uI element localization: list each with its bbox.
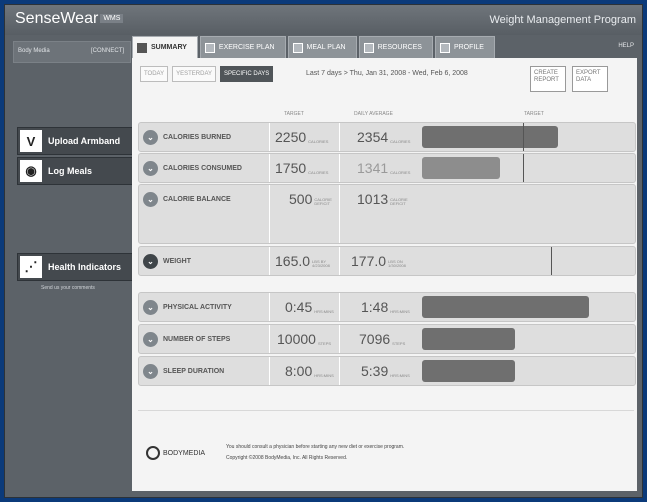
target-line	[523, 154, 524, 182]
metric-target: 500 CALORIE DEFICIT	[289, 191, 332, 207]
metric-row-physical-activity[interactable]: ⌄ PHYSICAL ACTIVITY 0:45 HRS:MINS 1:48 HRS:…	[138, 292, 636, 322]
metric-label: SLEEP DURATION	[163, 368, 225, 375]
tab-meal-plan[interactable]: MEAL PLAN	[287, 36, 357, 58]
summary-icon	[137, 42, 147, 53]
exercise-icon	[204, 42, 215, 53]
profile-icon	[439, 42, 450, 53]
metric-average: 177.0 LBS ON 1/30/2008	[351, 253, 406, 269]
summary-panel: TODAY YESTERDAY SPECIFIC DAYS Last 7 day…	[132, 58, 637, 491]
tab-profile[interactable]: PROFILE	[434, 36, 495, 58]
bodymedia-logo: BODYMEDIA	[146, 446, 205, 460]
media-connect[interactable]: [CONNECT]	[91, 48, 124, 54]
logo-badge: WMS	[100, 14, 124, 24]
metric-label: WEIGHT	[163, 258, 191, 265]
meal-icon: ◉	[20, 160, 42, 182]
metric-row-calories-consumed[interactable]: ⌄ CALORIES CONSUMED 1750 CALORIES 1341 CALO…	[138, 153, 636, 183]
metric-average: 1341 CALORIES	[357, 160, 411, 176]
col-target-bar: TARGET	[524, 111, 544, 117]
sidebar-item-label: Upload Armband	[48, 136, 121, 146]
sidebar-item-label: Log Meals	[48, 166, 93, 176]
bodymedia-circle-icon	[146, 446, 160, 460]
chevron-down-icon[interactable]: ⌄	[143, 192, 158, 207]
tab-exercise-plan[interactable]: EXERCISE PLAN	[199, 36, 286, 58]
metric-label: CALORIES CONSUMED	[163, 165, 242, 172]
help-link[interactable]: HELP	[618, 43, 634, 49]
metric-row-weight[interactable]: ⌄ WEIGHT 165.0 LBS BY 4/23/2008 177.0 LBS O…	[138, 246, 636, 276]
sidebar-item-upload-armband[interactable]: V Upload Armband	[17, 127, 135, 155]
filter-specific-days-button[interactable]: SPECIFIC DAYS	[220, 66, 274, 82]
logo-text: SenseWear	[15, 10, 99, 27]
metric-average: 5:39 HRS:MINS	[361, 363, 410, 379]
sidebar-item-log-meals[interactable]: ◉ Log Meals	[17, 157, 135, 185]
media-label: Body Media	[18, 48, 50, 54]
meal-plan-icon	[292, 42, 303, 53]
chevron-down-icon[interactable]: ⌄	[143, 364, 158, 379]
metric-average: 2354 CALORIES	[357, 129, 411, 145]
metric-bar	[422, 360, 515, 382]
metric-target: 0:45 HRS:MINS	[285, 299, 334, 315]
tab-label: RESOURCES	[377, 44, 422, 51]
program-title: Weight Management Program	[489, 14, 636, 26]
resources-icon	[363, 42, 374, 53]
date-range: Last 7 days > Thu, Jan 31, 2008 - Wed, F…	[306, 70, 468, 77]
comments-link[interactable]: Send us your comments	[41, 285, 95, 291]
footer-disclaimer: You should consult a physician before st…	[226, 442, 404, 464]
body-media-box: Body Media [CONNECT]	[13, 41, 131, 63]
metric-label: CALORIES BURNED	[163, 134, 232, 141]
bodymedia-logo-text: BODYMEDIA	[163, 449, 206, 457]
export-data-button[interactable]: EXPORT DATA	[572, 66, 608, 92]
metric-target: 10000 STEPS	[277, 331, 332, 347]
chevron-down-icon[interactable]: ⌄	[143, 130, 158, 145]
sidebar-item-health-indicators[interactable]: ⋰ Health Indicators	[17, 253, 135, 281]
chart-icon: ⋰	[20, 256, 42, 278]
date-filters: TODAY YESTERDAY SPECIFIC DAYS	[140, 66, 274, 82]
filter-yesterday-button[interactable]: YESTERDAY	[172, 66, 217, 82]
tab-resources[interactable]: RESOURCES	[358, 36, 433, 58]
target-line	[523, 123, 524, 151]
metric-bar	[422, 126, 558, 148]
chevron-down-icon[interactable]: ⌄	[143, 161, 158, 176]
metric-target: 8:00 HRS:MINS	[285, 363, 334, 379]
metric-average: 7096 STEPS	[359, 331, 406, 347]
copyright-line: Copyright ©2008 BodyMedia, Inc. All Righ…	[226, 455, 348, 461]
tab-label: EXERCISE PLAN	[218, 44, 275, 51]
metric-label: CALORIE BALANCE	[163, 196, 231, 203]
sidebar-item-label: Health Indicators	[48, 262, 122, 272]
metric-bar	[422, 296, 589, 318]
main-tabs: SUMMARY EXERCISE PLAN MEAL PLAN RESOURCE…	[132, 36, 495, 58]
metric-average: 1:48 HRS:MINS	[361, 299, 410, 315]
col-daily-average: DAILY AVERAGE	[354, 111, 393, 117]
metric-average: 1013 CALORIE DEFICIT	[357, 191, 408, 207]
tab-label: MEAL PLAN	[306, 44, 346, 51]
metric-row-calories-burned[interactable]: ⌄ CALORIES BURNED 2250 CALORIES 2354 CALORI…	[138, 122, 636, 152]
metric-label: NUMBER OF STEPS	[163, 336, 231, 343]
top-bar: SenseWear WMS Weight Management Program	[5, 5, 642, 35]
armband-icon: V	[20, 130, 42, 152]
chevron-down-icon[interactable]: ⌄	[143, 254, 158, 269]
tab-summary[interactable]: SUMMARY	[132, 36, 198, 58]
create-report-button[interactable]: CREATE REPORT	[530, 66, 566, 92]
metric-label: PHYSICAL ACTIVITY	[163, 304, 232, 311]
target-line	[551, 247, 552, 275]
col-target: TARGET	[284, 111, 304, 117]
metric-row-sleep-duration[interactable]: ⌄ SLEEP DURATION 8:00 HRS:MINS 5:39 HRS:MIN…	[138, 356, 636, 386]
tab-label: SUMMARY	[151, 44, 187, 51]
metric-row-calorie-balance[interactable]: ⌄ CALORIE BALANCE 500 CALORIE DEFICIT 1013…	[138, 184, 636, 244]
disclaimer-line: You should consult a physician before st…	[226, 444, 405, 450]
metric-target: 1750 CALORIES	[275, 160, 329, 176]
metric-target: 165.0 LBS BY 4/23/2008	[275, 253, 330, 269]
metric-bar	[422, 328, 515, 350]
app-logo: SenseWear WMS	[15, 10, 124, 28]
metric-target: 2250 CALORIES	[275, 129, 329, 145]
footer-divider	[138, 410, 634, 411]
sidebar: Body Media [CONNECT] V Upload Armband ◉ …	[5, 35, 135, 499]
metric-row-number-of-steps[interactable]: ⌄ NUMBER OF STEPS 10000 STEPS 7096 STEPS	[138, 324, 636, 354]
filter-today-button[interactable]: TODAY	[140, 66, 169, 82]
metric-bar	[422, 157, 500, 179]
chevron-down-icon[interactable]: ⌄	[143, 332, 158, 347]
chevron-down-icon[interactable]: ⌄	[143, 300, 158, 315]
tab-label: PROFILE	[453, 44, 484, 51]
